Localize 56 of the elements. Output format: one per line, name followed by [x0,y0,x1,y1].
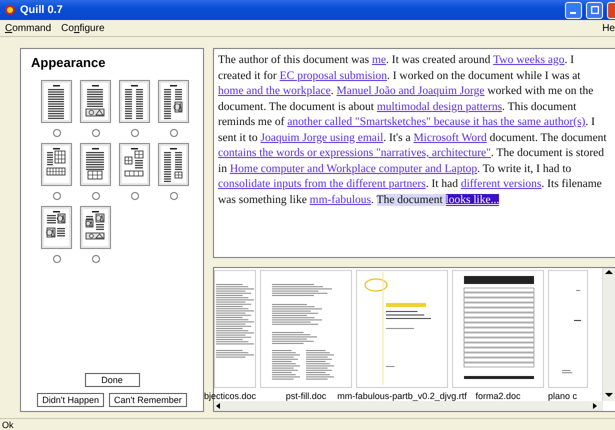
menu-item[interactable]: Configure [61,22,105,34]
file-name: plano c [548,391,578,401]
app-logo-icon [4,4,16,16]
link[interactable]: mm-fabulous [310,194,371,206]
radio-button[interactable] [92,255,100,263]
radio-button[interactable] [52,255,60,263]
link[interactable]: contains the words or expressions "narratives, architecture" [218,147,491,159]
link[interactable]: Home computer and Workplace computer and Laptop [230,162,478,174]
link[interactable]: EC proposal submision [280,70,387,82]
horizontal-scrollbar[interactable] [214,401,603,411]
radio-button[interactable] [92,192,100,200]
page-layout-icon[interactable] [158,143,189,186]
file-name: pst-fill.doc [286,391,326,401]
link[interactable]: consolidate inputs from the different partners [218,178,426,190]
window-title: Quill 0.7 [20,4,64,16]
radio-button[interactable] [52,192,60,200]
highlighted-text: The document [376,194,446,206]
status-text: Ok [2,420,14,430]
link[interactable]: home and the workplace [218,85,331,97]
link[interactable]: Joaquim Jorge using email [260,132,384,144]
done-button[interactable]: Done [84,373,140,387]
page-layout-icon[interactable] [80,206,111,249]
panel-title: Appearance [30,55,106,70]
file-name: forma2.doc [475,391,521,401]
page-layout-icon[interactable] [41,206,72,249]
radio-button[interactable] [170,129,178,137]
answer-button[interactable]: Can't Remember [109,393,187,407]
maximize-button[interactable] [586,2,603,18]
vertical-scrollbar[interactable] [602,268,615,401]
link[interactable]: me [372,54,386,66]
menu-item[interactable]: He [602,22,615,34]
link[interactable]: multimodal design patterns [376,100,502,112]
page-layout-icon[interactable] [80,80,111,123]
document-preview[interactable] [452,270,544,388]
radio-button[interactable] [170,192,178,200]
link[interactable]: different versions [460,178,542,190]
menu-item[interactable]: Command [5,22,52,34]
radio-button[interactable] [52,129,60,137]
page-layout-icon[interactable] [41,143,72,186]
page-layout-icon[interactable] [158,80,189,123]
maximize-icon [590,6,598,14]
file-name: mm-fabulous-partb_v0.2_djvg.rtf [337,391,467,401]
page-layout-icon[interactable] [80,143,111,186]
page-layout-icon[interactable] [41,80,72,123]
link[interactable]: Two weeks ago [493,54,564,66]
minimize-button[interactable] [565,2,582,18]
file-name: bjecticos.doc [204,391,256,401]
page-layout-icon[interactable] [119,80,150,123]
radio-button[interactable] [92,129,100,137]
radio-button[interactable] [130,129,138,137]
answer-button[interactable]: Didn't Happen [37,393,104,407]
link[interactable]: another called "Smartsketches" because it has the same author(s) [287,116,586,128]
page-layout-icon[interactable] [119,143,150,186]
radio-button[interactable] [130,192,138,200]
link[interactable]: Manuel João and Joaquim Jorge [336,85,484,97]
link[interactable]: Microsoft Word [413,132,487,144]
